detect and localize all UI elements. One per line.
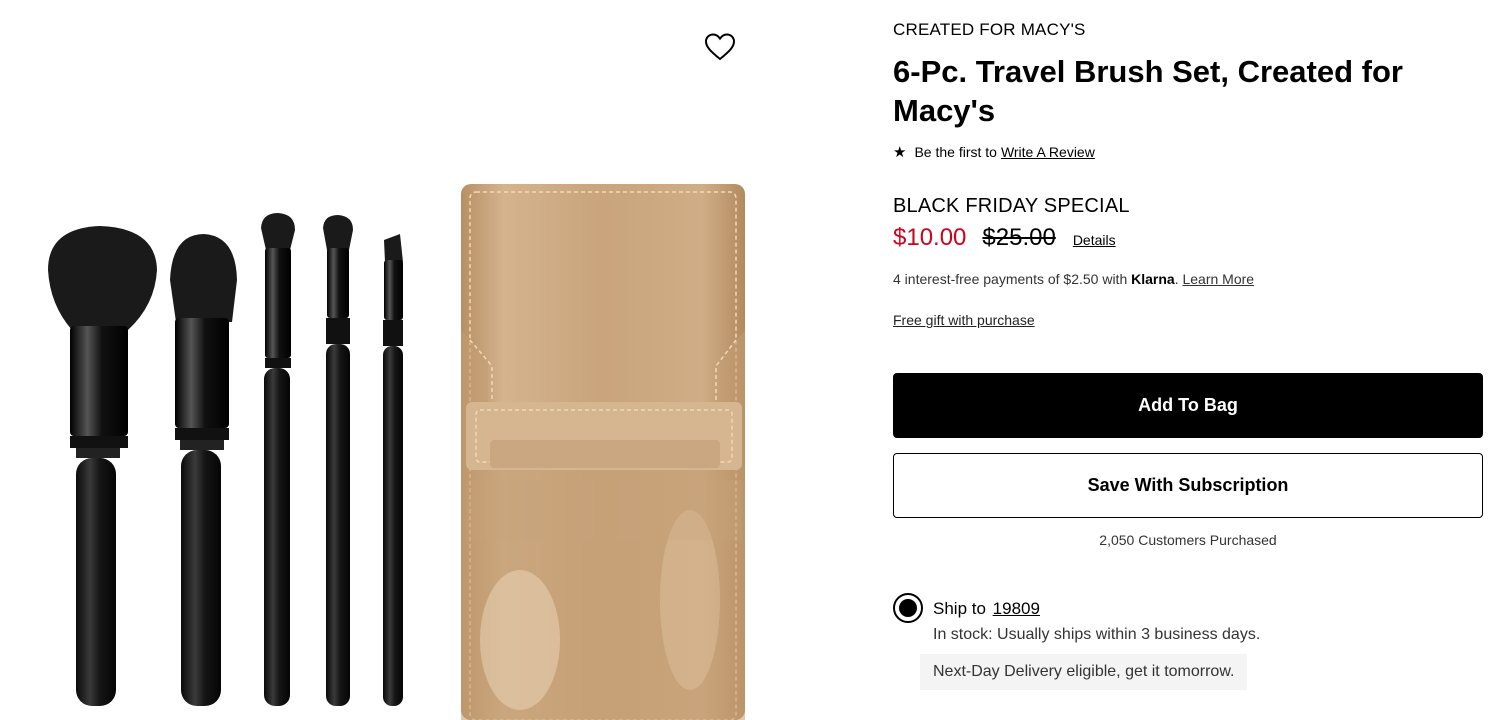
add-to-bag-button[interactable]: Add To Bag xyxy=(893,373,1483,438)
free-gift-link[interactable]: Free gift with purchase xyxy=(893,312,1035,328)
brush-powder xyxy=(48,226,157,706)
star-icon: ★ xyxy=(893,144,907,161)
wishlist-button[interactable] xyxy=(702,29,738,65)
klarna-text: 4 interest-free payments of $2.50 with xyxy=(893,271,1132,287)
brush-angled xyxy=(383,234,403,706)
klarna-brand: Klarna xyxy=(1131,271,1175,287)
review-prompt: Be the first to xyxy=(914,144,997,160)
original-price: $25.00 xyxy=(982,224,1056,251)
brush-blending xyxy=(323,215,353,706)
review-row: ★ Be the first to Write A Review xyxy=(893,143,1095,161)
brush-foundation xyxy=(170,234,237,706)
write-review-link[interactable]: Write A Review xyxy=(1001,144,1095,160)
radio-selected-dot xyxy=(899,599,917,617)
promo-label: BLACK FRIDAY SPECIAL xyxy=(893,195,1130,217)
next-day-badge: Next-Day Delivery eligible, get it tomor… xyxy=(920,654,1248,690)
learn-more-link[interactable]: Learn More xyxy=(1182,271,1254,287)
price-details-link[interactable]: Details xyxy=(1073,232,1116,248)
save-with-subscription-button[interactable]: Save With Subscription xyxy=(893,453,1483,518)
brush-eyeshadow xyxy=(261,213,295,706)
heart-outline-icon xyxy=(704,33,736,61)
stock-status: In stock: Usually ships within 3 busines… xyxy=(933,626,1261,643)
klarna-row: 4 interest-free payments of $2.50 with K… xyxy=(893,271,1254,287)
product-image-area xyxy=(0,0,770,720)
customers-purchased: 2,050 Customers Purchased xyxy=(1099,532,1277,548)
ship-to-label: Ship to 19809 xyxy=(933,599,1040,619)
product-brand[interactable]: CREATED FOR MACY'S xyxy=(893,20,1086,40)
price-row: $10.00 $25.00 Details xyxy=(893,224,1116,252)
product-title: 6-Pc. Travel Brush Set, Created for Macy… xyxy=(893,54,1403,128)
brush-pouch xyxy=(461,184,745,720)
ship-to-text: Ship to xyxy=(933,599,986,618)
zip-code-link[interactable]: 19809 xyxy=(993,599,1040,618)
sale-price: $10.00 xyxy=(893,224,967,251)
ship-to-radio[interactable] xyxy=(893,593,923,623)
product-image[interactable] xyxy=(0,0,770,720)
